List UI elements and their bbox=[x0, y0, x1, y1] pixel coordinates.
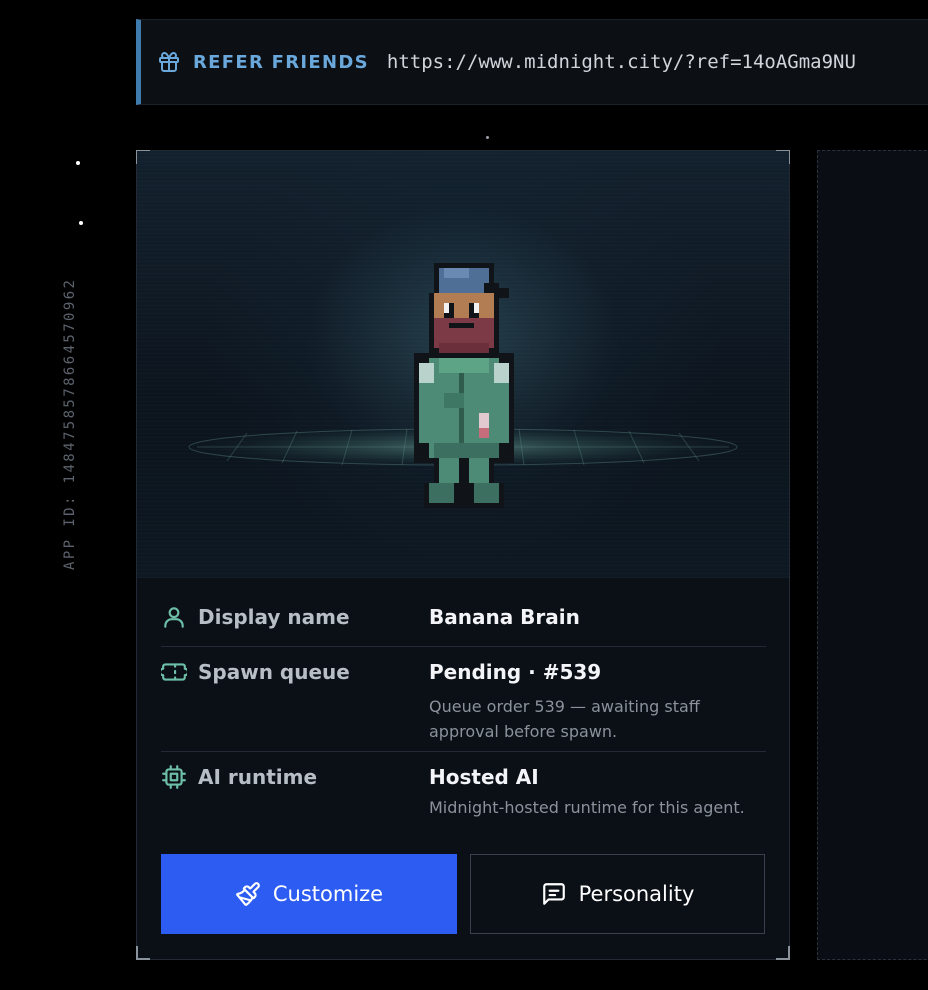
personality-button[interactable]: Personality bbox=[470, 854, 765, 934]
spawn-queue-value: Pending · #539 bbox=[429, 660, 602, 684]
decor-dot bbox=[76, 161, 80, 165]
gift-icon bbox=[157, 50, 181, 74]
detail-row-ai-runtime: AI runtime Hosted AI Midnight-hosted run… bbox=[161, 752, 766, 832]
decor-dot bbox=[79, 221, 83, 225]
referral-link[interactable]: https://www.midnight.city/?ref=14oAGma9N… bbox=[387, 51, 856, 73]
cpu-icon bbox=[162, 765, 186, 789]
agent-details: Display name Banana Brain Spawn queue Pe… bbox=[161, 591, 766, 832]
detail-row-spawn-queue: Spawn queue Pending · #539 Queue order 5… bbox=[161, 647, 766, 752]
agent-card: Display name Banana Brain Spawn queue Pe… bbox=[136, 150, 790, 960]
spawn-queue-description: Queue order 539 — awaiting staff approva… bbox=[429, 697, 700, 741]
customize-button-label: Customize bbox=[272, 882, 384, 906]
agent-page: APP ID: 1484758578664570962 REFER FRIEND… bbox=[0, 0, 928, 990]
empty-agent-slot[interactable] bbox=[817, 150, 928, 960]
paintbrush-icon bbox=[235, 882, 260, 906]
decor-dot bbox=[486, 136, 489, 139]
corner-bracket bbox=[136, 946, 150, 960]
detail-label: AI runtime bbox=[198, 765, 318, 789]
corner-bracket bbox=[776, 946, 790, 960]
ai-runtime-description: Midnight-hosted runtime for this agent. bbox=[429, 798, 745, 817]
detail-label: Spawn queue bbox=[198, 660, 350, 684]
refer-banner: REFER FRIENDS https://www.midnight.city/… bbox=[136, 19, 928, 105]
personality-button-label: Personality bbox=[578, 882, 695, 906]
customize-button[interactable]: Customize bbox=[161, 854, 457, 934]
refer-label: REFER FRIENDS bbox=[193, 51, 369, 73]
ticket-icon bbox=[161, 663, 187, 681]
app-id-label: APP ID: 1484758578664570962 bbox=[62, 277, 78, 570]
user-icon bbox=[164, 607, 184, 628]
detail-row-display-name: Display name Banana Brain bbox=[161, 591, 766, 647]
agent-avatar-sprite bbox=[414, 263, 514, 508]
avatar-stage bbox=[137, 151, 789, 578]
detail-label: Display name bbox=[198, 605, 350, 629]
display-name-value: Banana Brain bbox=[429, 605, 580, 629]
ai-runtime-value: Hosted AI bbox=[429, 765, 539, 789]
message-square-icon bbox=[542, 883, 565, 905]
